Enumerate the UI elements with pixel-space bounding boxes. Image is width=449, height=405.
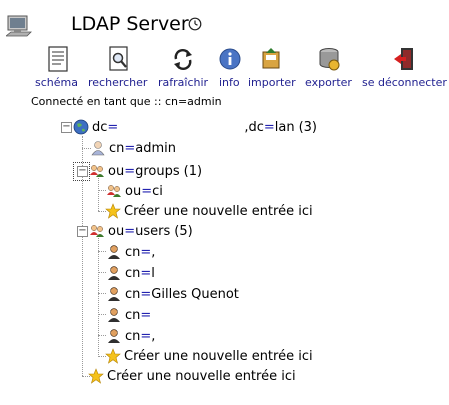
user-dark-icon — [108, 287, 120, 301]
tree-node-user[interactable]: cn = l — [106, 264, 155, 282]
tree-node-admin[interactable]: cn = admin — [90, 139, 176, 157]
tree-line — [98, 251, 106, 252]
admin-attr: cn — [109, 140, 125, 156]
root-suffix-value: lan — [274, 119, 295, 135]
admin-eq: = — [124, 140, 136, 156]
toolbar-label: rafraîchir — [158, 76, 209, 89]
export-icon — [317, 46, 341, 72]
users-eq: = — [124, 223, 136, 239]
tree-line — [98, 176, 99, 211]
tree-line — [98, 236, 99, 357]
user-eq: = — [140, 286, 152, 302]
admin-value: admin — [135, 140, 177, 156]
groups-child-attr: ou — [125, 183, 142, 199]
clock-icon[interactable] — [188, 17, 202, 31]
user-dark-icon — [108, 266, 120, 280]
groups-child-value: ci — [152, 183, 163, 199]
tree-node-user[interactable]: cn = Gilles Quenot — [106, 285, 239, 303]
globe-icon — [73, 119, 89, 135]
tree-line — [98, 335, 106, 336]
search-icon — [107, 46, 131, 72]
group-icon — [90, 225, 104, 237]
user-attr: cn — [125, 328, 141, 344]
star-icon — [105, 203, 121, 219]
tree-line — [98, 190, 106, 191]
collapse-groups-toggle[interactable]: − — [77, 166, 88, 177]
user-eq: = — [140, 265, 152, 281]
toolbar-label: rechercher — [88, 76, 148, 89]
tree-node-groups-child[interactable]: ou = ci — [106, 182, 163, 200]
toolbar-label: info — [219, 76, 240, 89]
users-create-label: Créer une nouvelle entrée ici — [124, 348, 313, 364]
page-title: LDAP Server — [71, 13, 189, 35]
user-dark-icon — [108, 245, 120, 259]
groups-count: (1) — [183, 163, 203, 179]
user-dark-icon — [108, 308, 120, 322]
info-icon — [218, 46, 242, 72]
groups-create-entry-link[interactable]: Créer une nouvelle entrée ici — [105, 202, 313, 220]
users-count: (5) — [174, 223, 193, 239]
user-eq: = — [140, 307, 152, 323]
users-attr: ou — [108, 223, 125, 239]
group-icon — [90, 165, 104, 177]
logged-in-status: Connecté en tant que :: cn=admin — [31, 95, 222, 108]
groups-value: groups — [135, 163, 180, 179]
toolbar-label: schéma — [35, 76, 78, 89]
tree-line — [98, 293, 106, 294]
user-icon — [91, 141, 105, 156]
computer-icon — [6, 15, 32, 37]
root-suffix-eq: = — [263, 119, 275, 135]
root-create-entry-link[interactable]: Créer une nouvelle entrée ici — [88, 367, 296, 385]
user-value: , — [151, 328, 156, 344]
root-count: (3) — [298, 119, 318, 135]
tree-node-user[interactable]: cn = — [106, 306, 151, 324]
user-attr: cn — [125, 307, 141, 323]
collapse-root-toggle[interactable]: − — [61, 122, 72, 133]
user-dark-icon — [108, 329, 120, 343]
root-suffix-attr: ,dc — [244, 119, 264, 135]
user-attr: cn — [125, 286, 141, 302]
tree-node-root[interactable]: dc = ,dc = lan (3) — [73, 118, 317, 136]
user-attr: cn — [125, 265, 141, 281]
toolbar-label: exporter — [305, 76, 352, 89]
user-eq: = — [140, 244, 152, 260]
tree-line — [98, 272, 106, 273]
refresh-icon — [171, 46, 195, 72]
root-eq: = — [107, 119, 119, 135]
collapse-users-toggle[interactable]: − — [77, 226, 88, 237]
root-attr: dc — [92, 119, 108, 135]
users-create-entry-link[interactable]: Créer une nouvelle entrée ici — [105, 347, 313, 365]
root-create-label: Créer une nouvelle entrée ici — [107, 368, 296, 384]
star-icon — [105, 348, 121, 364]
groups-attr: ou — [108, 163, 125, 179]
schema-icon — [46, 46, 70, 72]
group-icon — [107, 185, 121, 197]
groups-child-eq: = — [141, 183, 153, 199]
star-icon — [88, 368, 104, 384]
tree-node-user[interactable]: cn =, — [106, 327, 155, 345]
users-value: users — [135, 223, 171, 239]
tree-line — [98, 314, 106, 315]
user-eq: = — [140, 328, 152, 344]
toolbar-label: importer — [248, 76, 296, 89]
tree-node-groups[interactable]: ou = groups (1) — [89, 162, 202, 180]
user-value: l — [151, 265, 155, 281]
groups-create-label: Créer une nouvelle entrée ici — [124, 203, 313, 219]
user-attr: cn — [125, 244, 141, 260]
user-value: Gilles Quenot — [151, 286, 239, 302]
toolbar-label: se déconnecter — [362, 76, 447, 89]
tree-node-user[interactable]: cn =, — [106, 243, 155, 261]
logout-icon — [392, 46, 416, 72]
user-value: , — [151, 244, 156, 260]
groups-eq: = — [124, 163, 136, 179]
import-icon — [259, 46, 283, 72]
tree-node-users[interactable]: ou = users (5) — [89, 222, 193, 240]
